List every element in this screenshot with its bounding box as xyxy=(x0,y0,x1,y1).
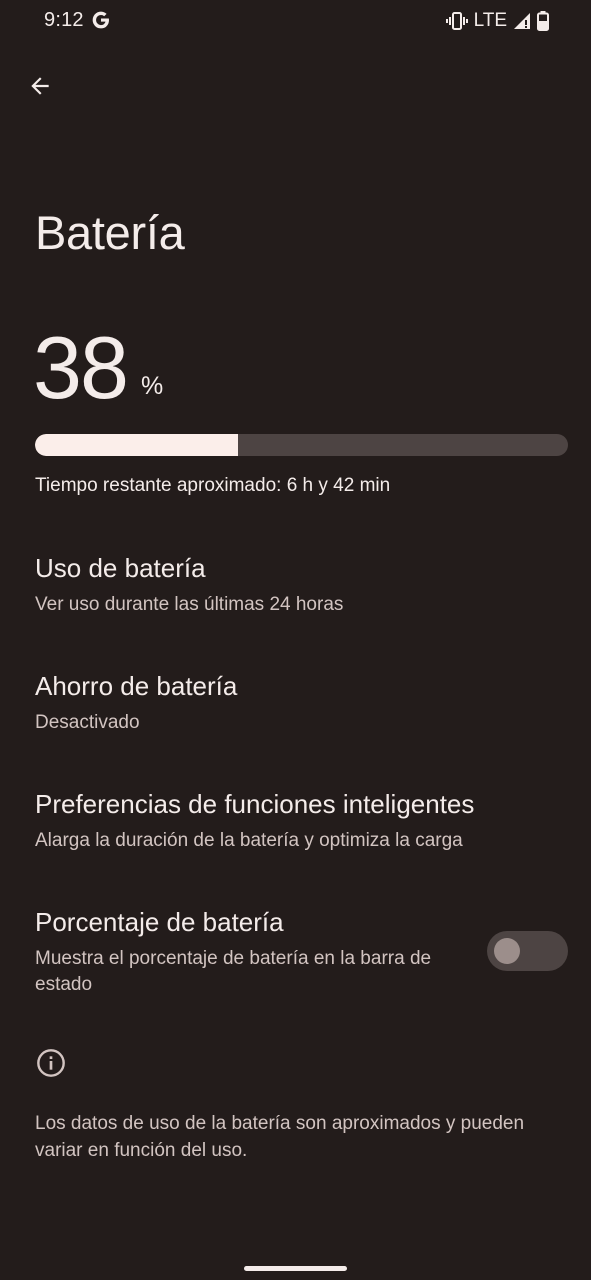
settings-item-subtitle: Alarga la duración de la batería y optim… xyxy=(35,830,463,851)
battery-percentage-toggle[interactable] xyxy=(487,931,568,971)
battery-level-bar-fill xyxy=(35,434,238,456)
settings-item-battery-usage[interactable]: Uso de batería Ver uso durante las últim… xyxy=(0,535,591,635)
status-icons: LTE xyxy=(445,10,549,32)
toggle-thumb xyxy=(494,938,520,964)
arrow-back-icon xyxy=(31,77,49,95)
battery-icon xyxy=(537,11,549,31)
battery-level-value: 38 xyxy=(33,318,129,417)
remaining-time: Tiempo restante aproximado: 6 h y 42 min xyxy=(35,475,391,496)
settings-item-subtitle: Muestra el porcentaje de batería en la b… xyxy=(35,948,432,995)
vibrate-icon xyxy=(445,12,468,30)
back-button[interactable] xyxy=(22,68,58,104)
battery-level-bar xyxy=(35,434,568,456)
settings-item-title: Porcentaje de batería xyxy=(35,907,284,937)
battery-level-unit: % xyxy=(141,372,164,400)
settings-item-title: Uso de batería xyxy=(35,553,206,583)
status-time: 9:12 xyxy=(44,9,84,31)
settings-item-title: Ahorro de batería xyxy=(35,671,238,701)
info-icon xyxy=(37,1049,65,1077)
settings-item-subtitle: Ver uso durante las últimas 24 horas xyxy=(35,594,344,615)
network-type: LTE xyxy=(473,10,507,31)
footnote: Los datos de uso de la batería son aprox… xyxy=(35,1113,525,1161)
google-g-icon xyxy=(92,11,109,29)
settings-item-battery-saver[interactable]: Ahorro de batería Desactivado xyxy=(0,653,591,753)
page-title: Batería xyxy=(35,206,185,259)
gesture-nav-handle[interactable] xyxy=(244,1266,347,1271)
settings-item-smart-features[interactable]: Preferencias de funciones inteligentes A… xyxy=(0,771,591,871)
signal-icon xyxy=(514,13,530,29)
settings-item-subtitle: Desactivado xyxy=(35,712,140,733)
settings-item-title: Preferencias de funciones inteligentes xyxy=(35,789,475,819)
